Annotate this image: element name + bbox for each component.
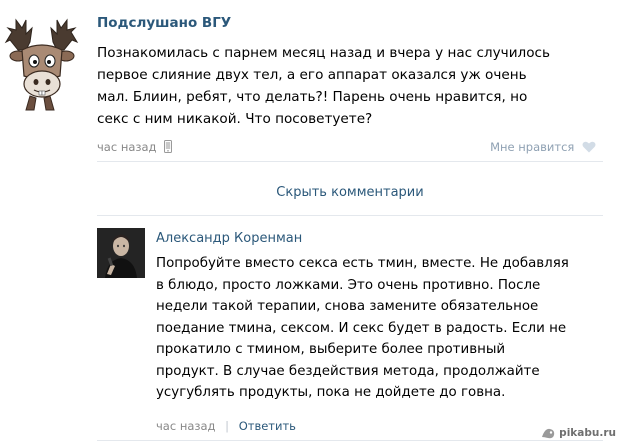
mobile-phone-icon (164, 140, 173, 153)
comment-text: Попробуйте вместо секса есть тмин, вмест… (156, 253, 596, 404)
hide-comments-button[interactable]: Скрыть комментарии (97, 185, 603, 200)
like-label[interactable]: Мне нравится (490, 140, 574, 154)
pikabu-watermark: pikabu.ru (541, 424, 616, 442)
watermark-text: pikabu.ru (559, 427, 616, 439)
comment-text-line: недели такой терапии, снова замените обя… (156, 299, 539, 314)
divider (97, 161, 603, 162)
comment-author-avatar[interactable] (97, 228, 145, 278)
post-text-line: секс с ним никакой. Что посоветуете? (97, 111, 373, 127)
post-text-line: мал. Блиин, ребят, что делать?! Парень о… (97, 89, 528, 105)
comment-text-line: в блюдо, просто ложками. Это очень проти… (156, 277, 541, 293)
post-text: Познакомилась с парнем месяц назад и вче… (97, 42, 602, 130)
heart-icon[interactable] (582, 141, 596, 153)
comment-meta: час назад | Ответить (156, 419, 296, 433)
reply-button[interactable]: Ответить (239, 419, 296, 433)
comment-text-line: Попробуйте вместо секса есть тмин, вмест… (156, 256, 569, 271)
meta-separator: | (225, 419, 230, 433)
comment-text-line: усугублять продукты, пока не дойдете до … (156, 385, 506, 400)
post-text-line: первое слияние двух тел, а его аппарат о… (97, 67, 527, 83)
vk-post-page: Подслушано ВГУ Познакомилась с парнем ме… (0, 0, 620, 446)
comment-text-line: продукт. В случае бездействия метода, пр… (156, 363, 540, 379)
comment-text-line: поедание тмина, сексом. И секс будет в р… (156, 320, 567, 336)
post-time-label[interactable]: час назад (97, 140, 157, 154)
post-author-avatar[interactable] (4, 6, 80, 114)
comment-text-line: прокатило с тмином, выберите более проти… (156, 342, 506, 357)
post-timestamp[interactable]: час назад (97, 140, 173, 154)
pikabu-logo-icon (542, 428, 555, 439)
like-button[interactable]: Мне нравится (490, 140, 596, 154)
post-author-link[interactable]: Подслушано ВГУ (97, 15, 231, 31)
divider (97, 440, 603, 441)
post-text-line: Познакомилась с парнем месяц назад и вче… (97, 45, 551, 61)
comment-timestamp[interactable]: час назад (156, 419, 216, 433)
divider (97, 215, 603, 216)
comment-author-link[interactable]: Александр Коренман (156, 231, 302, 246)
